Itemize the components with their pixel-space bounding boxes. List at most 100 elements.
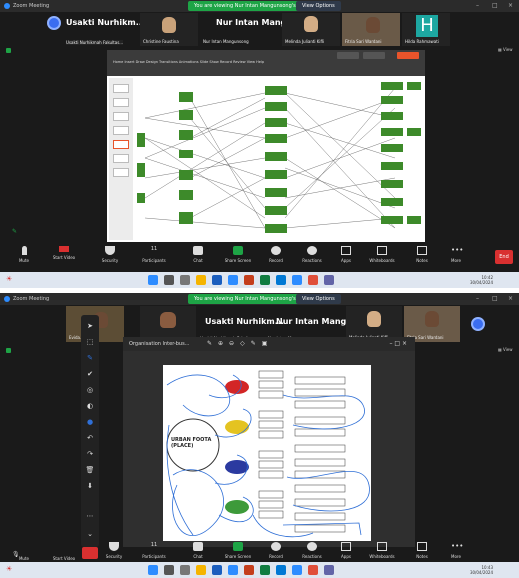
close-icon[interactable]: ×	[508, 295, 513, 302]
maximize-icon[interactable]: □	[492, 2, 498, 9]
diagram-central-label: URBAN FOOTA (PLACE)	[171, 437, 212, 449]
file-explorer-icon[interactable]	[196, 275, 206, 285]
chat-icon	[193, 246, 203, 255]
color-picker-icon[interactable]: ●	[85, 417, 95, 427]
share-screen-icon	[233, 542, 243, 551]
whiteboards-button[interactable]: Whiteboards	[362, 246, 402, 263]
pdf-tools-icon[interactable]: ✎⊕⊖◇✎▣	[207, 340, 273, 347]
participant-tile[interactable]: Fitria Sari Wardani	[342, 13, 400, 46]
view-options-button[interactable]: View Options	[296, 294, 341, 304]
edge-icon[interactable]	[276, 275, 286, 285]
participant-label: Fitria Sari Wardani	[345, 39, 382, 44]
slide-thumbnail-pane[interactable]	[109, 78, 133, 240]
record-button[interactable]: Record	[256, 542, 296, 559]
window-title: Zoom Meeting	[13, 296, 50, 302]
annotation-toolbar: ➤ ⬚ ✎ ✔ ◎ ◐ ● ↶ ↷ 🗑 ⬇ ⋯ ⌄	[81, 315, 99, 547]
teams-icon[interactable]	[324, 275, 334, 285]
undo-icon[interactable]: ↶	[85, 433, 95, 443]
zoom-taskbar-icon[interactable]	[292, 275, 302, 285]
excel-icon[interactable]	[260, 565, 270, 575]
weather-icon[interactable]: ☀	[6, 565, 12, 573]
zoom-taskbar-icon[interactable]	[292, 565, 302, 575]
start-menu-icon[interactable]	[148, 565, 158, 575]
close-icon[interactable]: ×	[508, 2, 513, 9]
record-icon	[271, 246, 281, 255]
spotlight-icon[interactable]: ◎	[85, 385, 95, 395]
pdf-title: Organisation Inter-bus...	[129, 341, 190, 347]
window-controls[interactable]: – □ ×	[389, 340, 407, 347]
next-page-icon[interactable]	[471, 317, 485, 331]
expand-icon[interactable]: ⌄	[85, 529, 95, 539]
view-icon[interactable]: ▦ View	[498, 47, 513, 52]
whiteboards-button[interactable]: Whiteboards	[362, 542, 402, 559]
apps-button[interactable]: Apps	[326, 246, 366, 263]
chrome-icon[interactable]	[308, 275, 318, 285]
task-view-icon[interactable]	[180, 565, 190, 575]
task-view-icon[interactable]	[180, 275, 190, 285]
participant-video	[366, 17, 380, 33]
participant-tile[interactable]: Christine Faustina	[140, 13, 198, 46]
participant-tile[interactable]: Melinda Julianti Kifli	[282, 13, 340, 46]
participant-label: Christine Faustina	[143, 39, 179, 44]
minimize-icon[interactable]: –	[476, 2, 479, 9]
share-screen-button[interactable]: Share Screen	[218, 542, 258, 559]
apps-button[interactable]: Apps	[326, 542, 366, 559]
end-meeting-button[interactable]: End	[495, 250, 513, 264]
more-icon[interactable]: ⋯	[85, 511, 95, 521]
weather-icon[interactable]: ☀	[6, 275, 12, 283]
start-video-button[interactable]: Start Video	[44, 556, 84, 561]
eraser-icon[interactable]: ◐	[85, 401, 95, 411]
store-icon[interactable]	[228, 275, 238, 285]
microphone-icon	[21, 246, 27, 255]
share-screen-button[interactable]: Share Screen	[218, 246, 258, 263]
clear-icon[interactable]: 🗑	[85, 465, 95, 475]
participant-tile[interactable]: H Hilda Rahmawati	[402, 13, 450, 46]
record-button[interactable]: Record	[256, 246, 296, 263]
maximize-icon[interactable]: □	[492, 295, 498, 302]
participant-tile[interactable]: Nur Intan Mangunsong	[200, 13, 280, 46]
teams-icon[interactable]	[324, 565, 334, 575]
participant-label: Nur Intan Mangunsong	[203, 39, 249, 44]
notes-icon	[417, 246, 427, 255]
participant-video	[160, 312, 176, 328]
security-button[interactable]: Security	[94, 542, 134, 559]
mute-button[interactable]: Mute	[4, 246, 44, 263]
file-explorer-icon[interactable]	[196, 565, 206, 575]
store-icon[interactable]	[228, 565, 238, 575]
mouse-pointer-icon[interactable]: ➤	[85, 321, 95, 331]
edge-icon[interactable]	[276, 565, 286, 575]
whiteboard-icon	[377, 246, 387, 255]
mute-button[interactable]: Mute	[4, 556, 44, 561]
save-icon[interactable]: ⬇	[85, 481, 95, 491]
more-button[interactable]: ••• More	[436, 246, 476, 263]
view-options-button[interactable]: View Options	[296, 1, 341, 11]
minimize-icon[interactable]: –	[476, 295, 479, 302]
start-menu-icon[interactable]	[148, 275, 158, 285]
clock[interactable]: 10:42 30/04/2024	[470, 275, 493, 285]
security-button[interactable]: Security	[90, 246, 130, 263]
participants-button[interactable]: 11 Participants	[134, 246, 174, 263]
chrome-icon[interactable]	[308, 565, 318, 575]
word-icon[interactable]	[212, 565, 222, 575]
notes-icon	[417, 542, 427, 551]
start-video-button[interactable]: Start Video	[44, 246, 84, 260]
powerpoint-icon[interactable]	[244, 275, 254, 285]
participants-icon: 11	[150, 542, 158, 548]
window-title: Zoom Meeting	[13, 3, 50, 9]
word-icon[interactable]	[212, 275, 222, 285]
windows-taskbar: ☀ 10:42 30/04/2024	[0, 272, 519, 288]
powerpoint-icon[interactable]	[244, 565, 254, 575]
clock[interactable]: 10:43 30/04/2024	[470, 565, 493, 575]
search-icon[interactable]	[164, 565, 174, 575]
view-icon[interactable]: ▦ View	[498, 347, 513, 352]
chat-button[interactable]: Chat	[178, 246, 218, 263]
search-icon[interactable]	[164, 275, 174, 285]
select-icon[interactable]: ⬚	[85, 337, 95, 347]
pen-icon[interactable]: ✎	[85, 353, 95, 363]
redo-icon[interactable]: ↷	[85, 449, 95, 459]
chat-button[interactable]: Chat	[178, 542, 218, 559]
excel-icon[interactable]	[260, 275, 270, 285]
participants-button[interactable]: 11 Participants	[134, 542, 174, 559]
stamp-icon[interactable]: ✔	[85, 369, 95, 379]
more-button[interactable]: ••• More	[436, 542, 476, 559]
